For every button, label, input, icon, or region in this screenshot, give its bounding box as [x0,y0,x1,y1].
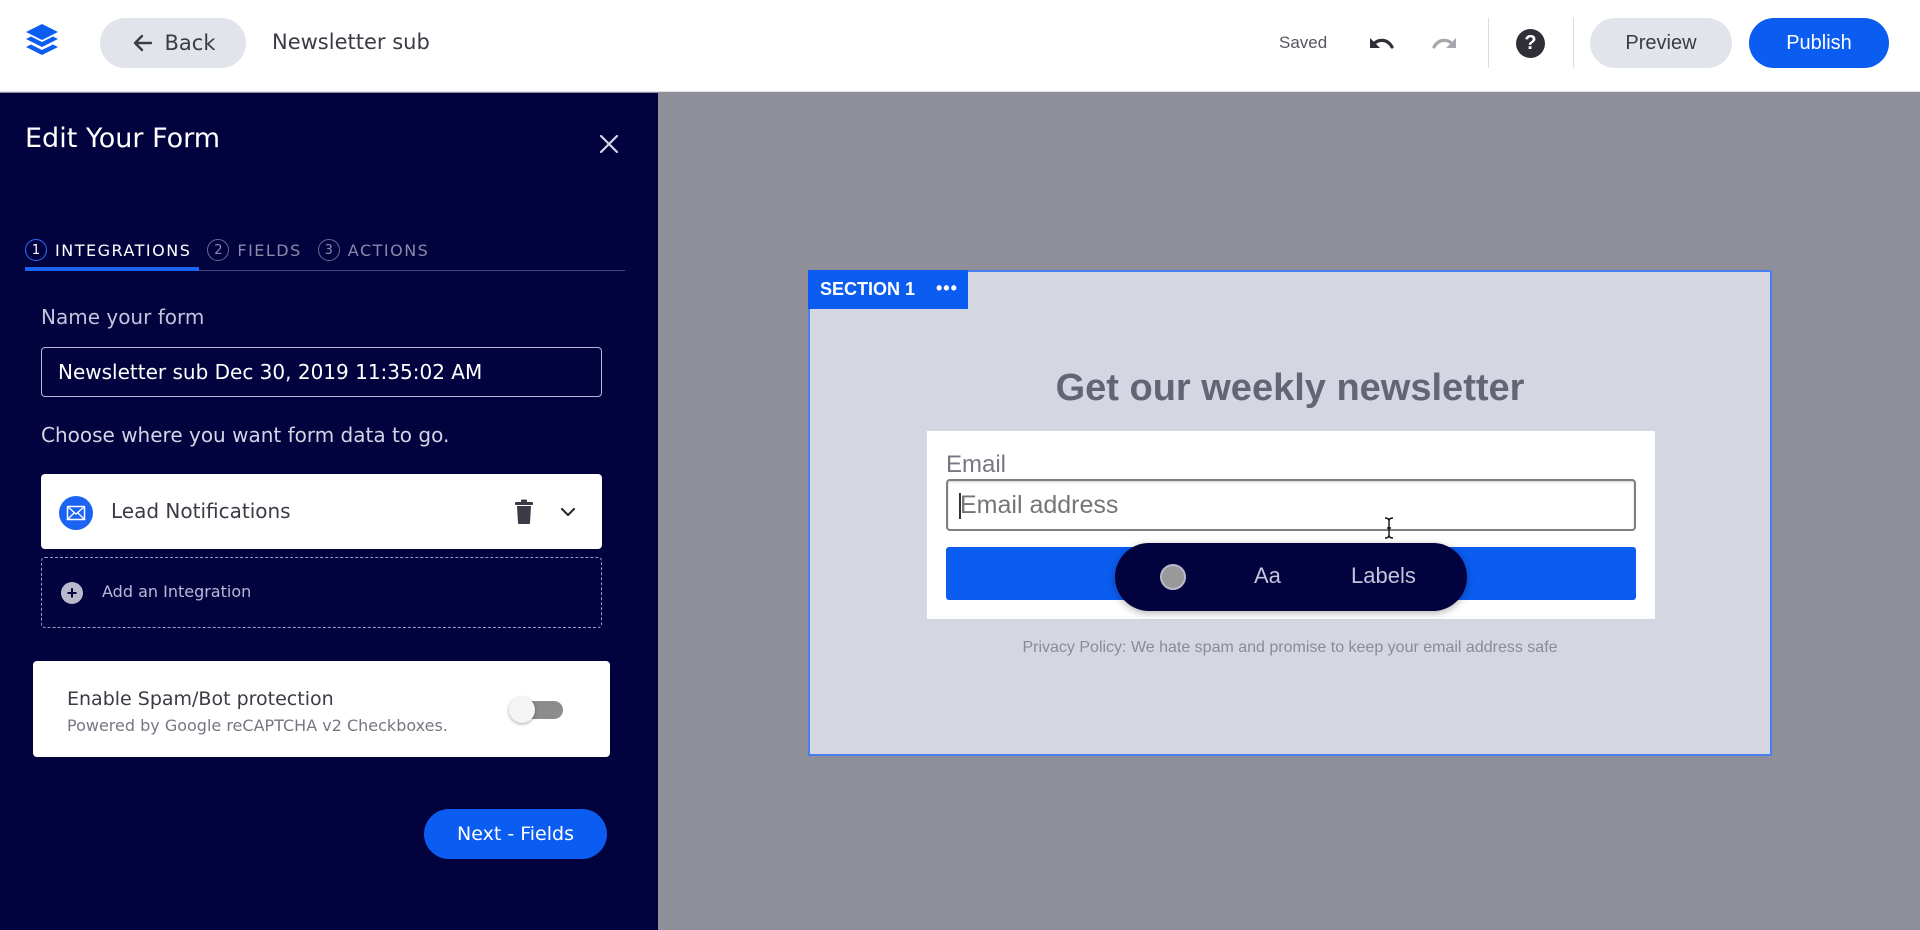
form-headline[interactable]: Get our weekly newsletter [810,367,1770,410]
labels-button[interactable]: Labels [1351,563,1416,589]
panel-title: Edit Your Form [25,123,221,154]
toolbar-divider [1488,18,1489,68]
section-tag[interactable]: SECTION 1 ••• [808,270,968,309]
color-swatch-icon[interactable] [1160,564,1186,590]
preview-button[interactable]: Preview [1590,18,1732,68]
form-name-label: Name your form [41,305,205,329]
form-name-input[interactable] [41,347,602,397]
publish-button[interactable]: Publish [1749,18,1889,68]
style-toolbar: Aa Labels [1115,543,1467,611]
step-number: 3 [317,239,340,261]
section-label: SECTION 1 [820,279,916,299]
layers-icon[interactable] [18,22,66,64]
save-status: Saved [1279,33,1328,52]
more-options-icon[interactable]: ••• [936,278,958,299]
step-label: ACTIONS [347,240,430,260]
email-field[interactable] [946,479,1636,531]
step-number: 1 [25,239,47,261]
edit-form-panel: Edit Your Form 1 INTEGRATIONS 2 FIELDS 3… [0,93,658,930]
email-label[interactable]: Email [946,451,1006,479]
integration-name: Lead Notifications [111,499,291,523]
form-block[interactable]: Email Aa Labels [927,431,1655,619]
spam-protection-toggle[interactable] [509,697,565,723]
arrow-left-icon [133,34,152,52]
trash-icon[interactable] [513,499,535,525]
text-cursor-icon [1384,517,1394,539]
step-label: INTEGRATIONS [55,240,192,260]
destination-label: Choose where you want form data to go. [41,423,450,447]
close-icon[interactable] [596,131,622,157]
spam-subtitle: Powered by Google reCAPTCHA v2 Checkboxe… [67,716,448,735]
plus-circle-icon: + [61,582,83,604]
step-number: 2 [207,239,230,261]
font-style-button[interactable]: Aa [1254,563,1281,589]
form-section[interactable]: SECTION 1 ••• Get our weekly newsletter … [808,270,1772,756]
spam-protection-card: Enable Spam/Bot protection Powered by Go… [33,661,610,757]
back-button[interactable]: Back [100,18,246,68]
redo-icon[interactable] [1430,28,1464,58]
add-integration-button[interactable]: + Add an Integration [41,557,602,628]
tab-actions[interactable]: 3 ACTIONS [317,231,438,269]
back-label: Back [164,31,216,55]
mail-icon [59,496,93,530]
privacy-text[interactable]: Privacy Policy: We hate spam and promise… [810,639,1770,657]
tab-integrations[interactable]: 1 INTEGRATIONS [25,231,200,271]
text-caret [959,493,961,519]
spam-title: Enable Spam/Bot protection [67,688,334,710]
toggle-knob [509,697,535,723]
undo-icon[interactable] [1362,28,1396,58]
help-icon[interactable]: ? [1516,29,1545,58]
integration-item[interactable]: Lead Notifications [41,474,602,549]
add-integration-label: Add an Integration [102,582,252,601]
document-title: Newsletter sub [272,30,430,54]
step-label: FIELDS [237,240,302,260]
tab-fields[interactable]: 2 FIELDS [207,231,309,269]
chevron-down-icon[interactable] [558,502,578,522]
top-bar: Back Newsletter sub Saved ? Preview Publ… [0,0,1920,92]
step-tabs: 1 INTEGRATIONS 2 FIELDS 3 ACTIONS [25,231,625,271]
toolbar-divider [1573,18,1574,68]
next-fields-button[interactable]: Next - Fields [424,809,607,859]
